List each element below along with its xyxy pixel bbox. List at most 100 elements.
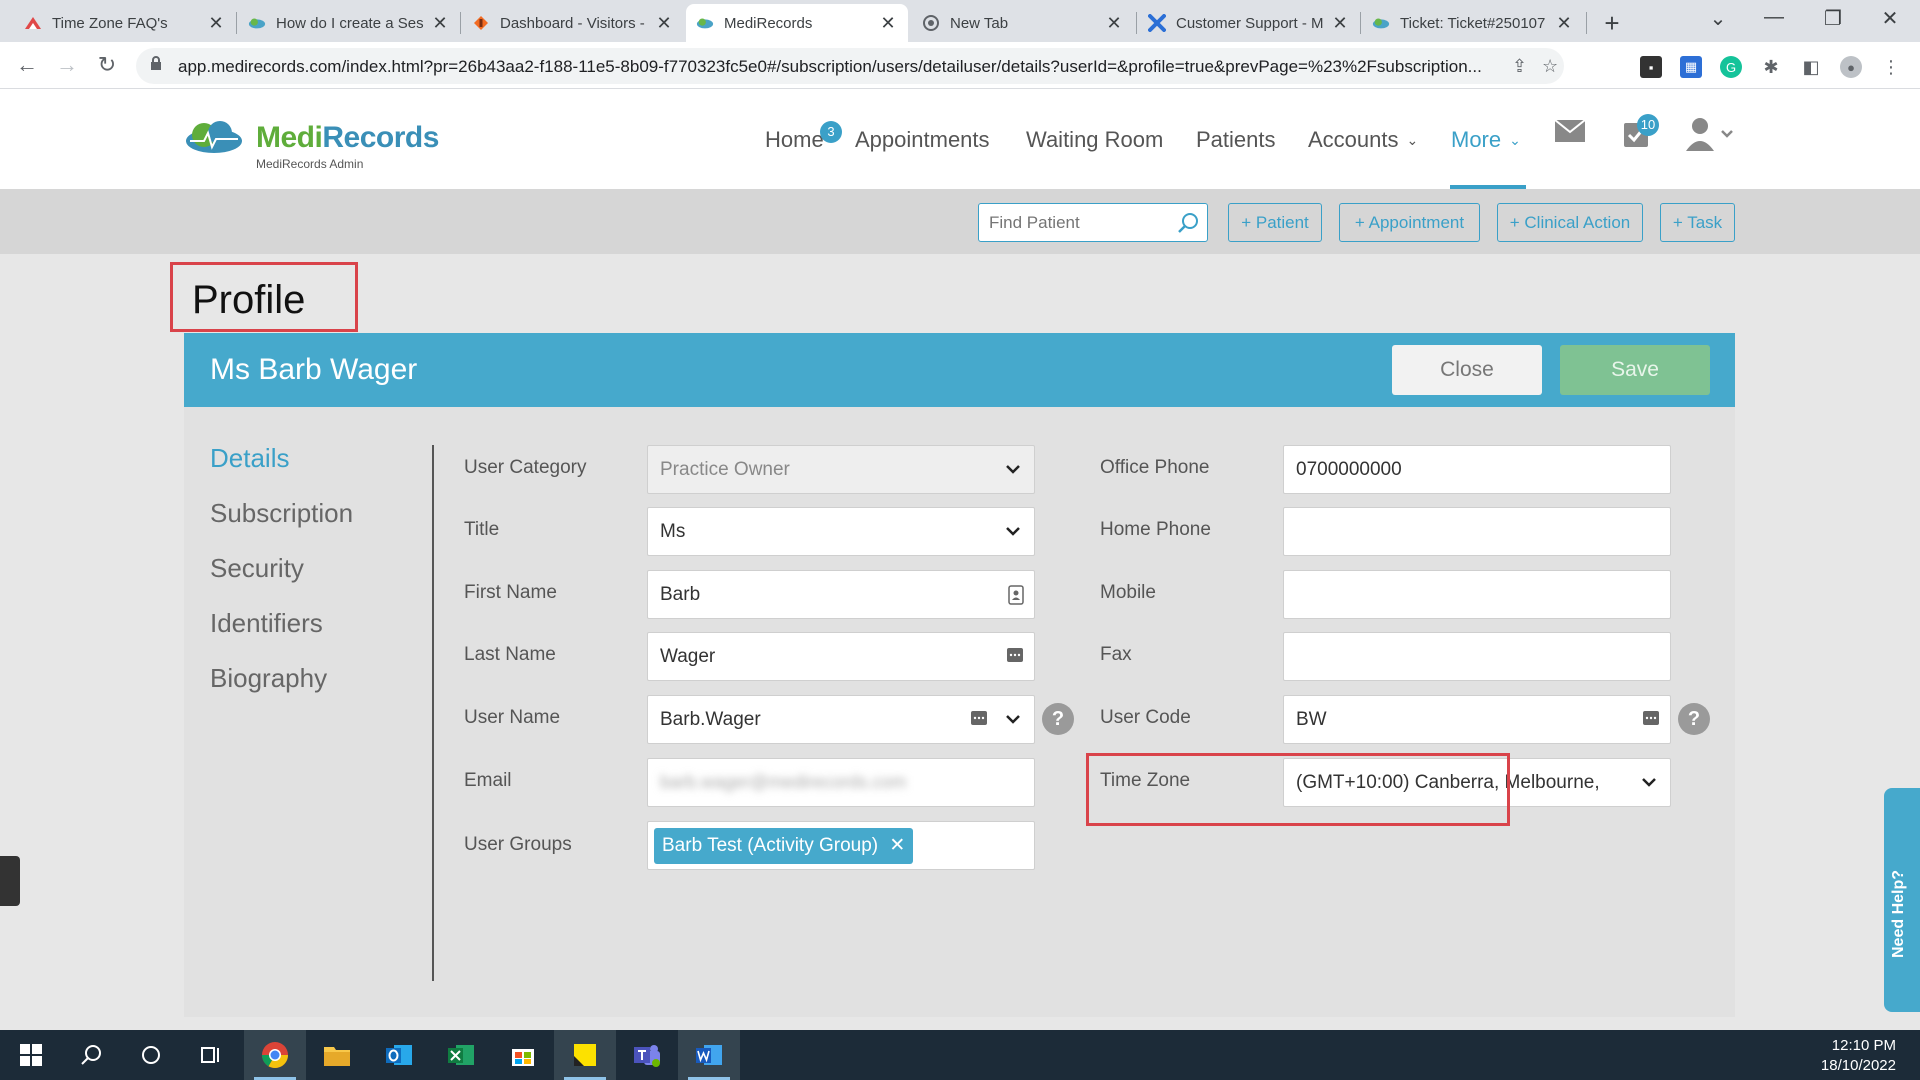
outlook-icon[interactable] [368,1030,430,1080]
email-field[interactable]: barb.wager@medirecords.com [647,758,1035,807]
close-window-button[interactable]: ✕ [1870,6,1910,31]
restore-button[interactable]: ❐ [1813,6,1853,31]
browser-tab[interactable]: Customer Support - M ✕ [1138,4,1360,42]
share-icon[interactable]: ⇪ [1512,56,1527,77]
windows-start-icon[interactable] [0,1030,62,1080]
sidenav-security[interactable]: Security [210,553,304,584]
browser-tab[interactable]: Ticket: Ticket#250107 ✕ [1362,4,1584,42]
profile-body: Details Subscription Security Identifier… [184,407,1735,1017]
nav-accounts[interactable]: Accounts ⌄ [1308,127,1418,153]
lock-icon [150,56,162,75]
first-name-field[interactable]: Barb [647,570,1035,619]
chevron-down-icon: ⌄ [1509,131,1521,148]
user-groups-field[interactable]: Barb Test (Activity Group) ✕ [647,821,1035,870]
close-icon[interactable]: ✕ [1104,13,1124,34]
nav-waiting-room[interactable]: Waiting Room [1026,127,1163,153]
chevron-down-icon: ⌄ [1406,131,1419,148]
user-account-icon[interactable] [1686,117,1734,156]
close-button[interactable]: Close [1392,345,1542,395]
profile-avatar-icon[interactable]: ● [1840,56,1862,78]
minimize-button[interactable]: — [1754,6,1794,29]
sidenav-divider [432,445,434,981]
task-view-icon[interactable] [180,1030,242,1080]
file-explorer-icon[interactable] [306,1030,368,1080]
logo-subtitle: MediRecords Admin [256,157,364,171]
title-label: Title [464,519,500,540]
browser-tab[interactable]: Dashboard - Visitors - ✕ [462,4,684,42]
user-name-field[interactable]: Barb.Wager [647,695,1035,744]
word-icon[interactable] [678,1030,740,1080]
highlight-box-title [170,262,358,332]
close-icon[interactable]: ✕ [654,13,674,34]
fax-field[interactable] [1283,632,1671,681]
menu-kebab-icon[interactable]: ⋮ [1880,56,1902,78]
sidenav-details[interactable]: Details [210,443,289,474]
last-name-label: Last Name [464,644,556,665]
sidenav-biography[interactable]: Biography [210,663,327,694]
excel-icon[interactable] [430,1030,492,1080]
remove-chip-icon[interactable]: ✕ [889,835,905,856]
browser-tab[interactable]: Time Zone FAQ's ✕ [14,4,236,42]
cortana-icon[interactable] [120,1030,182,1080]
store-icon[interactable] [492,1030,554,1080]
chevron-down-icon[interactable] [1004,710,1022,734]
side-collapse-tab[interactable] [0,856,20,906]
nav-patients[interactable]: Patients [1196,127,1276,153]
search-icon[interactable] [1177,212,1199,239]
add-patient-button[interactable]: + Patient [1228,203,1322,242]
home-phone-field[interactable] [1283,507,1671,556]
close-icon[interactable]: ✕ [1554,13,1574,34]
nav-appointments[interactable]: Appointments [855,127,990,153]
browser-tab[interactable]: New Tab ✕ [912,4,1134,42]
user-code-field[interactable]: BW [1283,695,1671,744]
browser-tab-active[interactable]: MediRecords ✕ [686,4,908,42]
mobile-field[interactable] [1283,570,1671,619]
close-icon[interactable]: ✕ [430,13,450,34]
back-icon[interactable]: ← [12,52,42,78]
side-panel-icon[interactable]: ◧ [1800,56,1822,78]
cloud-logo-icon [186,121,242,153]
mail-icon[interactable] [1554,119,1586,148]
save-button[interactable]: Save [1560,345,1710,395]
need-help-button[interactable]: Need Help? [1884,788,1920,1012]
reload-icon[interactable]: ↻ [92,52,122,78]
grid-extension-icon[interactable]: ▦ [1680,56,1702,78]
last-name-field[interactable]: Wager [647,632,1035,681]
browser-tab[interactable]: How do I create a Ses ✕ [238,4,460,42]
close-icon[interactable]: ✕ [878,13,898,34]
grammarly-icon[interactable]: G [1720,56,1742,78]
user-category-select[interactable]: Practice Owner [647,445,1035,494]
bookmark-star-icon[interactable]: ☆ [1542,56,1558,77]
sidenav-identifiers[interactable]: Identifiers [210,608,323,639]
chrome-taskbar-icon[interactable] [244,1030,306,1080]
url-field[interactable]: app.medirecords.com/index.html?pr=26b43a… [136,48,1564,84]
find-patient-search[interactable] [978,203,1208,242]
close-icon[interactable]: ✕ [1330,13,1350,34]
add-task-button[interactable]: + Task [1660,203,1735,242]
password-dots-icon [1006,647,1024,669]
user-name-help-icon[interactable]: ? [1042,703,1074,735]
tab-search-icon[interactable]: ⌄ [1698,6,1738,31]
add-clinical-action-button[interactable]: + Clinical Action [1497,203,1643,242]
nav-home[interactable]: Home [765,127,824,153]
forward-icon[interactable]: → [52,52,82,78]
main-content: Profile Ms Barb Wager Close Save Details… [0,254,1920,1030]
nav-more[interactable]: More ⌄ [1451,127,1521,153]
user-code-help-icon[interactable]: ? [1678,703,1710,735]
highlight-box-timezone [1086,753,1510,826]
search-icon[interactable] [60,1030,122,1080]
extension-icon[interactable]: ▪ [1640,56,1662,78]
title-select[interactable]: Ms [647,507,1035,556]
puzzle-extensions-icon[interactable]: ✱ [1760,56,1782,78]
teams-icon[interactable] [616,1030,678,1080]
sticky-notes-icon[interactable] [554,1030,616,1080]
close-icon[interactable]: ✕ [206,13,226,34]
chrome-icon [922,14,940,32]
new-tab-button[interactable]: + [1598,8,1626,39]
office-phone-field[interactable]: 0700000000 [1283,445,1671,494]
add-appointment-button[interactable]: + Appointment [1339,203,1480,242]
system-clock[interactable]: 12:10 PM 18/10/2022 [1821,1036,1896,1076]
sidenav-subscription[interactable]: Subscription [210,498,353,529]
find-patient-input[interactable] [989,213,1169,233]
medirecords-logo[interactable]: MediRecords MediRecords Admin [184,117,444,171]
